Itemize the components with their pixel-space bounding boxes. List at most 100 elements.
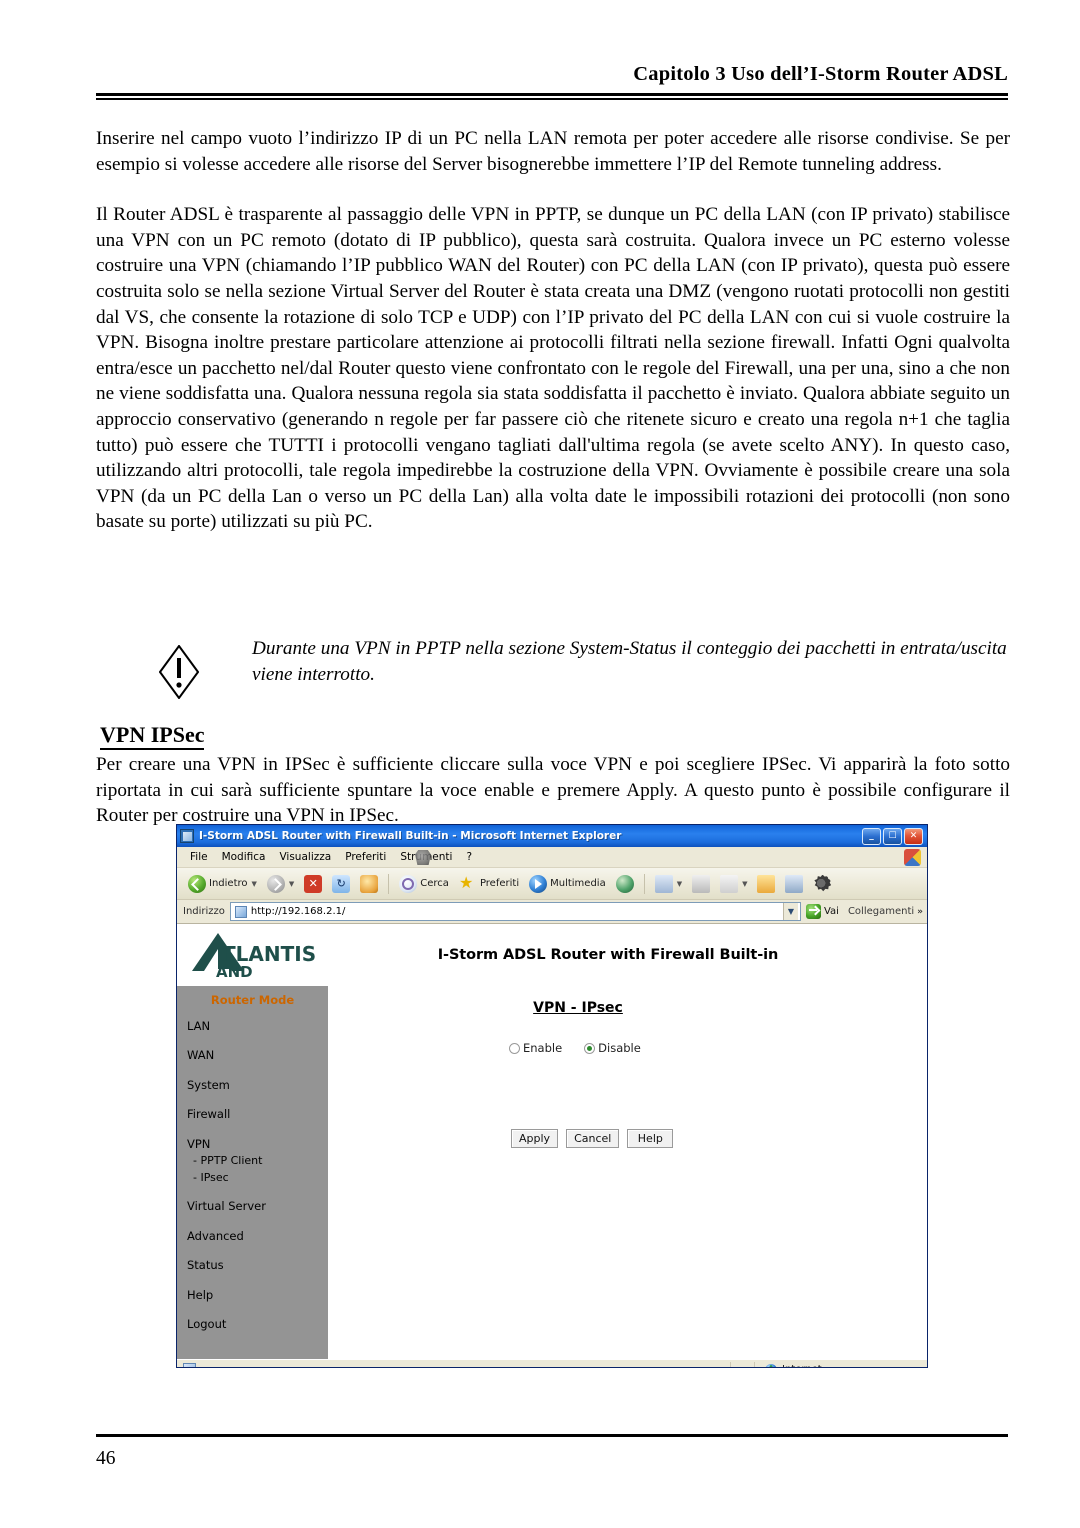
media-play-icon xyxy=(529,874,548,893)
sidebar-item-wan[interactable]: WAN xyxy=(187,1048,328,1062)
stop-button[interactable]: ✕ xyxy=(299,873,327,895)
address-dropdown-icon[interactable]: ▼ xyxy=(782,903,798,920)
router-banner-title: I-Storm ADSL Router with Firewall Built-… xyxy=(437,946,779,963)
print-button[interactable] xyxy=(687,873,715,895)
sidebar-item-virtual-server[interactable]: Virtual Server xyxy=(187,1199,328,1213)
star-icon xyxy=(459,873,477,893)
sidebar-item-help[interactable]: Help xyxy=(187,1288,328,1302)
media-button[interactable]: Multimedia xyxy=(524,873,611,895)
messenger-button[interactable] xyxy=(780,873,808,895)
favorites-button[interactable]: Preferiti xyxy=(454,873,524,895)
chapter-title: Capitolo 3 Uso dell’I-Storm Router ADSL xyxy=(633,63,1008,85)
radio-disable[interactable]: Disable xyxy=(584,1041,641,1055)
ie-app-icon xyxy=(180,829,194,843)
home-icon xyxy=(360,874,379,893)
refresh-icon: ↻ xyxy=(332,874,351,893)
forward-dropdown-icon[interactable]: ▼ xyxy=(289,880,294,888)
search-icon xyxy=(399,874,418,893)
ipsec-enable-radio-group: Enable Disable xyxy=(509,1041,927,1055)
status-cell-2 xyxy=(731,1361,755,1367)
mail-dropdown-icon[interactable]: ▼ xyxy=(677,880,682,888)
router-sidebar: Router Mode LAN WAN System Firewall VPN … xyxy=(177,986,329,1359)
go-button[interactable]: Vai xyxy=(805,904,839,919)
menu-file[interactable]: File xyxy=(183,849,215,865)
sidebar-item-logout[interactable]: Logout xyxy=(187,1317,328,1331)
cancel-button[interactable]: Cancel xyxy=(566,1129,620,1148)
section-paragraph: Per creare una VPN in IPSec è sufficient… xyxy=(96,754,1010,827)
globe-icon xyxy=(765,1363,777,1367)
mail-button[interactable]: ▼ xyxy=(650,873,687,895)
router-action-buttons: Apply Cancel Help xyxy=(511,1129,674,1148)
home-button[interactable] xyxy=(355,873,383,895)
edit-dropdown-icon[interactable]: ▼ xyxy=(742,880,747,888)
paragraph-2: Il Router ADSL è trasparente al passaggi… xyxy=(96,204,1010,533)
mail-icon xyxy=(654,874,673,893)
router-page-title: VPN - IPsec xyxy=(533,1000,623,1016)
warning-note-text: Durante una VPN in PPTP nella sezione Sy… xyxy=(252,638,1007,685)
sidebar-item-system[interactable]: System xyxy=(187,1078,328,1092)
refresh-button[interactable]: ↻ xyxy=(327,873,355,895)
sidebar-item-vpn[interactable]: VPN - PPTP Client - IPsec xyxy=(187,1137,328,1185)
sidebar-subitem-pptp-client[interactable]: - PPTP Client xyxy=(187,1154,328,1168)
router-body: Router Mode LAN WAN System Firewall VPN … xyxy=(177,986,927,1359)
back-dropdown-icon[interactable]: ▼ xyxy=(252,880,257,888)
back-button[interactable]: Indietro ▼ xyxy=(183,873,262,895)
help-button[interactable]: Help xyxy=(627,1129,674,1148)
minimize-icon: _ xyxy=(869,830,874,841)
menu-modifica[interactable]: Modifica xyxy=(215,849,273,865)
minimize-button[interactable]: _ xyxy=(862,827,881,845)
ie-brand-icon xyxy=(904,849,921,866)
stop-icon: ✕ xyxy=(304,874,323,893)
links-chevron-icon[interactable]: » xyxy=(917,907,923,917)
links-label[interactable]: Collegamenti xyxy=(848,906,914,917)
status-security-zone: Internet xyxy=(755,1362,925,1367)
search-label: Cerca xyxy=(420,878,449,889)
sidebar-subitem-ipsec[interactable]: - IPsec xyxy=(187,1171,328,1185)
status-zone-label: Internet xyxy=(782,1364,822,1367)
address-input[interactable]: http://192.168.2.1/ ▼ xyxy=(229,902,801,921)
radio-enable-label: Enable xyxy=(523,1041,563,1055)
svg-text:AND: AND xyxy=(216,963,253,979)
radio-disable-dot xyxy=(584,1042,596,1054)
gear-icon xyxy=(814,874,832,892)
edit-button[interactable]: ▼ xyxy=(715,873,752,895)
sidebar-item-advanced[interactable]: Advanced xyxy=(187,1229,328,1243)
apply-button[interactable]: Apply xyxy=(511,1129,559,1148)
radio-enable-dot xyxy=(509,1042,520,1054)
printer-icon xyxy=(692,874,711,893)
messenger-icon xyxy=(785,874,804,893)
radio-enable[interactable]: Enable xyxy=(509,1041,562,1055)
restore-icon: ☐ xyxy=(888,830,897,841)
sidebar-item-vpn-label: VPN xyxy=(187,1136,211,1151)
history-button[interactable] xyxy=(611,873,639,895)
history-clock-icon xyxy=(615,874,634,893)
sidebar-item-status[interactable]: Status xyxy=(187,1258,328,1272)
router-mode-label: Router Mode xyxy=(210,993,295,1007)
edit-page-icon xyxy=(720,874,739,893)
sidebar-item-lan[interactable]: LAN xyxy=(187,1019,328,1033)
sidebar-item-firewall[interactable]: Firewall xyxy=(187,1107,328,1121)
document-page: Capitolo 3 Uso dell’I-Storm Router ADSL … xyxy=(0,0,1080,1528)
restore-button[interactable]: ☐ xyxy=(883,827,902,845)
folder-icon xyxy=(757,874,776,893)
settings-button[interactable] xyxy=(808,873,836,895)
status-cell-1 xyxy=(707,1361,731,1367)
router-nav: LAN WAN System Firewall VPN - PPTP Clien… xyxy=(177,1019,328,1331)
menu-visualizza[interactable]: Visualizza xyxy=(272,849,338,865)
favorites-label: Preferiti xyxy=(479,878,520,889)
browser-toolbar: Indietro ▼ ▼ ✕ ↻ Cerca Pr xyxy=(177,868,927,900)
msn-messenger-icon[interactable] xyxy=(415,850,431,865)
toolbar-separator-2 xyxy=(643,873,645,894)
running-head: Capitolo 3 Uso dell’I-Storm Router ADSL xyxy=(96,62,1008,101)
folder-button[interactable] xyxy=(752,873,780,895)
menu-help[interactable]: ? xyxy=(459,849,479,865)
close-button[interactable]: ✕ xyxy=(904,827,923,845)
menu-preferiti[interactable]: Preferiti xyxy=(338,849,393,865)
forward-button[interactable]: ▼ xyxy=(262,873,299,895)
go-arrow-icon xyxy=(805,904,821,919)
media-label: Multimedia xyxy=(550,878,606,889)
page-favicon xyxy=(234,905,247,918)
search-button[interactable]: Cerca xyxy=(394,873,454,895)
radio-disable-label: Disable xyxy=(598,1041,641,1055)
status-page-icon xyxy=(183,1363,196,1367)
